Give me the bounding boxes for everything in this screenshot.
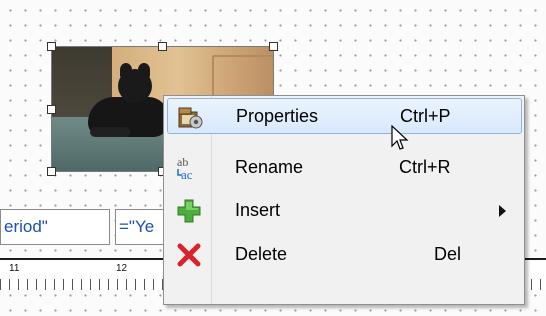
context-menu: Properties Ctrl+P ab ac Rename Ctrl+R In… xyxy=(163,95,525,305)
svg-text:ac: ac xyxy=(181,167,193,182)
menu-item-rename[interactable]: ab ac Rename Ctrl+R xyxy=(167,150,522,186)
rename-icon: ab ac xyxy=(175,154,203,182)
properties-icon xyxy=(176,103,204,131)
mouse-pointer-icon xyxy=(391,124,409,158)
menu-item-insert[interactable]: Insert xyxy=(167,193,522,229)
menu-item-label: Properties xyxy=(236,106,319,126)
resize-handle-top[interactable] xyxy=(158,42,167,51)
menu-item-partial[interactable] xyxy=(167,280,522,316)
submenu-arrow-icon xyxy=(499,205,506,217)
ruler-label-12: 12 xyxy=(116,263,128,274)
resize-handle-top-right[interactable] xyxy=(269,42,278,51)
ruler-label-11: 11 xyxy=(9,263,20,274)
menu-item-shortcut: Ctrl+R xyxy=(399,157,451,177)
menu-item-icon xyxy=(175,284,203,312)
photo-dog-head xyxy=(118,69,152,103)
menu-item-shortcut: Del xyxy=(434,244,462,264)
menu-item-label: Delete xyxy=(235,244,288,264)
menu-item-shortcut: Ctrl+P xyxy=(400,106,451,126)
report-field-period[interactable]: eriod" xyxy=(0,209,110,245)
photo-dog-paw xyxy=(90,127,130,137)
resize-handle-bottom-left[interactable] xyxy=(47,167,56,176)
menu-item-label: Insert xyxy=(235,200,281,220)
menu-item-delete[interactable]: Delete Del xyxy=(167,237,522,273)
insert-icon xyxy=(175,197,203,225)
menu-item-properties[interactable]: Properties Ctrl+P xyxy=(167,98,522,134)
resize-handle-left[interactable] xyxy=(47,105,56,114)
resize-handle-top-left[interactable] xyxy=(47,42,56,51)
menu-item-label: Rename xyxy=(235,157,304,177)
delete-icon xyxy=(175,241,203,269)
